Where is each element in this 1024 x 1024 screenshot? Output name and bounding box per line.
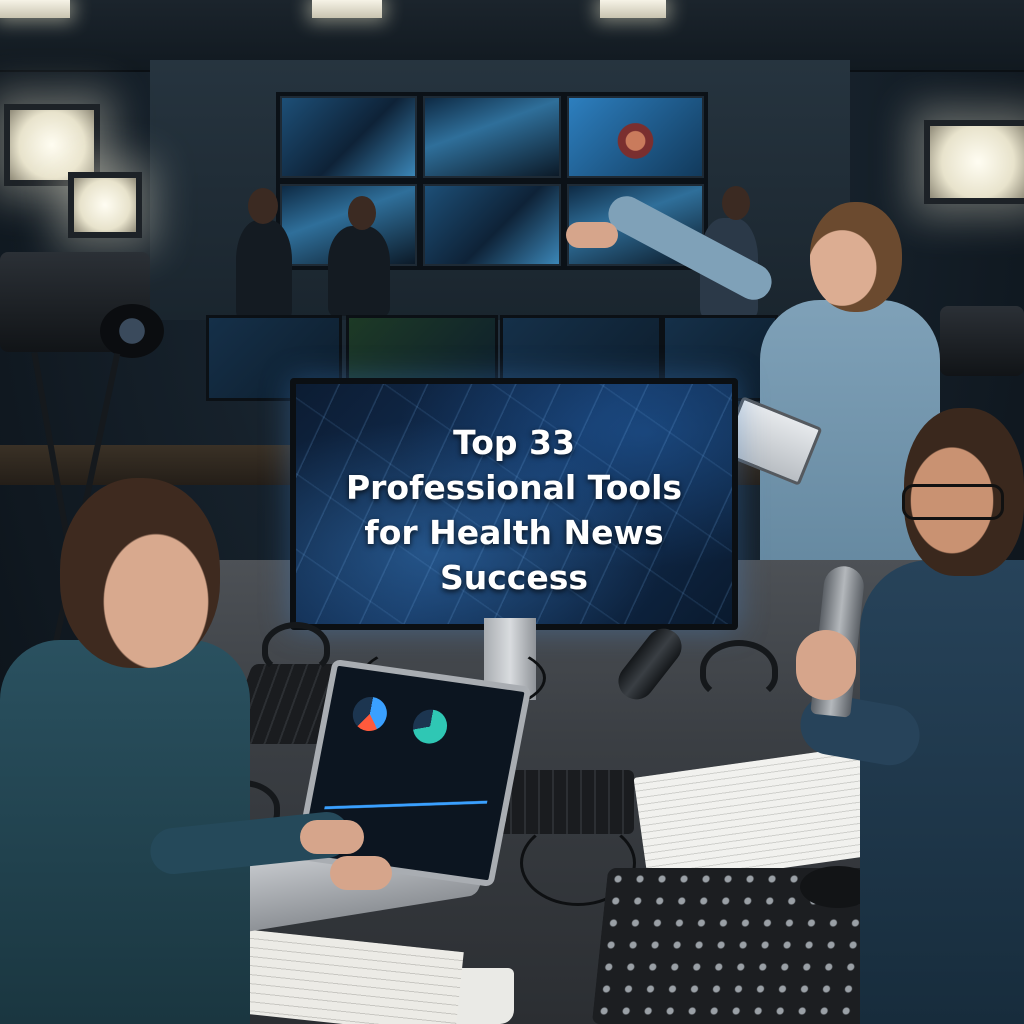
ceiling-light: [600, 0, 666, 18]
video-wall-screen: [280, 96, 418, 178]
journalist-hand: [300, 820, 364, 854]
title-line-1: Top 33: [453, 423, 575, 462]
video-wall-screen-anchor: [566, 96, 704, 178]
video-camera-icon: [940, 306, 1024, 376]
title-line-2: Professional Tools: [345, 468, 683, 507]
glasses: [902, 484, 1004, 520]
headphones-icon: [262, 622, 330, 674]
presenter-head: [810, 202, 902, 312]
camera-lens: [100, 304, 164, 358]
host-hand: [796, 630, 856, 700]
headphones-icon: [700, 640, 778, 700]
presenter-hand: [566, 222, 618, 248]
background-person: [236, 220, 292, 320]
background-person: [328, 226, 390, 316]
video-wall-screen: [423, 184, 561, 266]
ceiling-light: [0, 0, 70, 18]
main-monitor: Top 33 Professional Tools for Health New…: [290, 378, 738, 630]
studio-light: [68, 172, 142, 238]
background-person-head: [722, 186, 750, 220]
title-line-4: Success: [439, 558, 589, 597]
studio-light: [924, 120, 1024, 204]
newsroom-scene: Top 33 Professional Tools for Health New…: [0, 0, 1024, 1024]
host-body: [860, 560, 1024, 1024]
title-block: Top 33 Professional Tools for Health New…: [296, 420, 732, 600]
donut-chart-graphic: [349, 694, 390, 734]
background-person-head: [248, 188, 278, 224]
video-wall-screen: [423, 96, 561, 178]
background-person-head: [348, 196, 376, 230]
ceiling-light: [312, 0, 382, 18]
journalist-head: [60, 478, 220, 668]
journalist-hand: [330, 856, 392, 890]
donut-chart-graphic: [410, 707, 450, 746]
title-line-3: for Health News: [364, 513, 664, 552]
